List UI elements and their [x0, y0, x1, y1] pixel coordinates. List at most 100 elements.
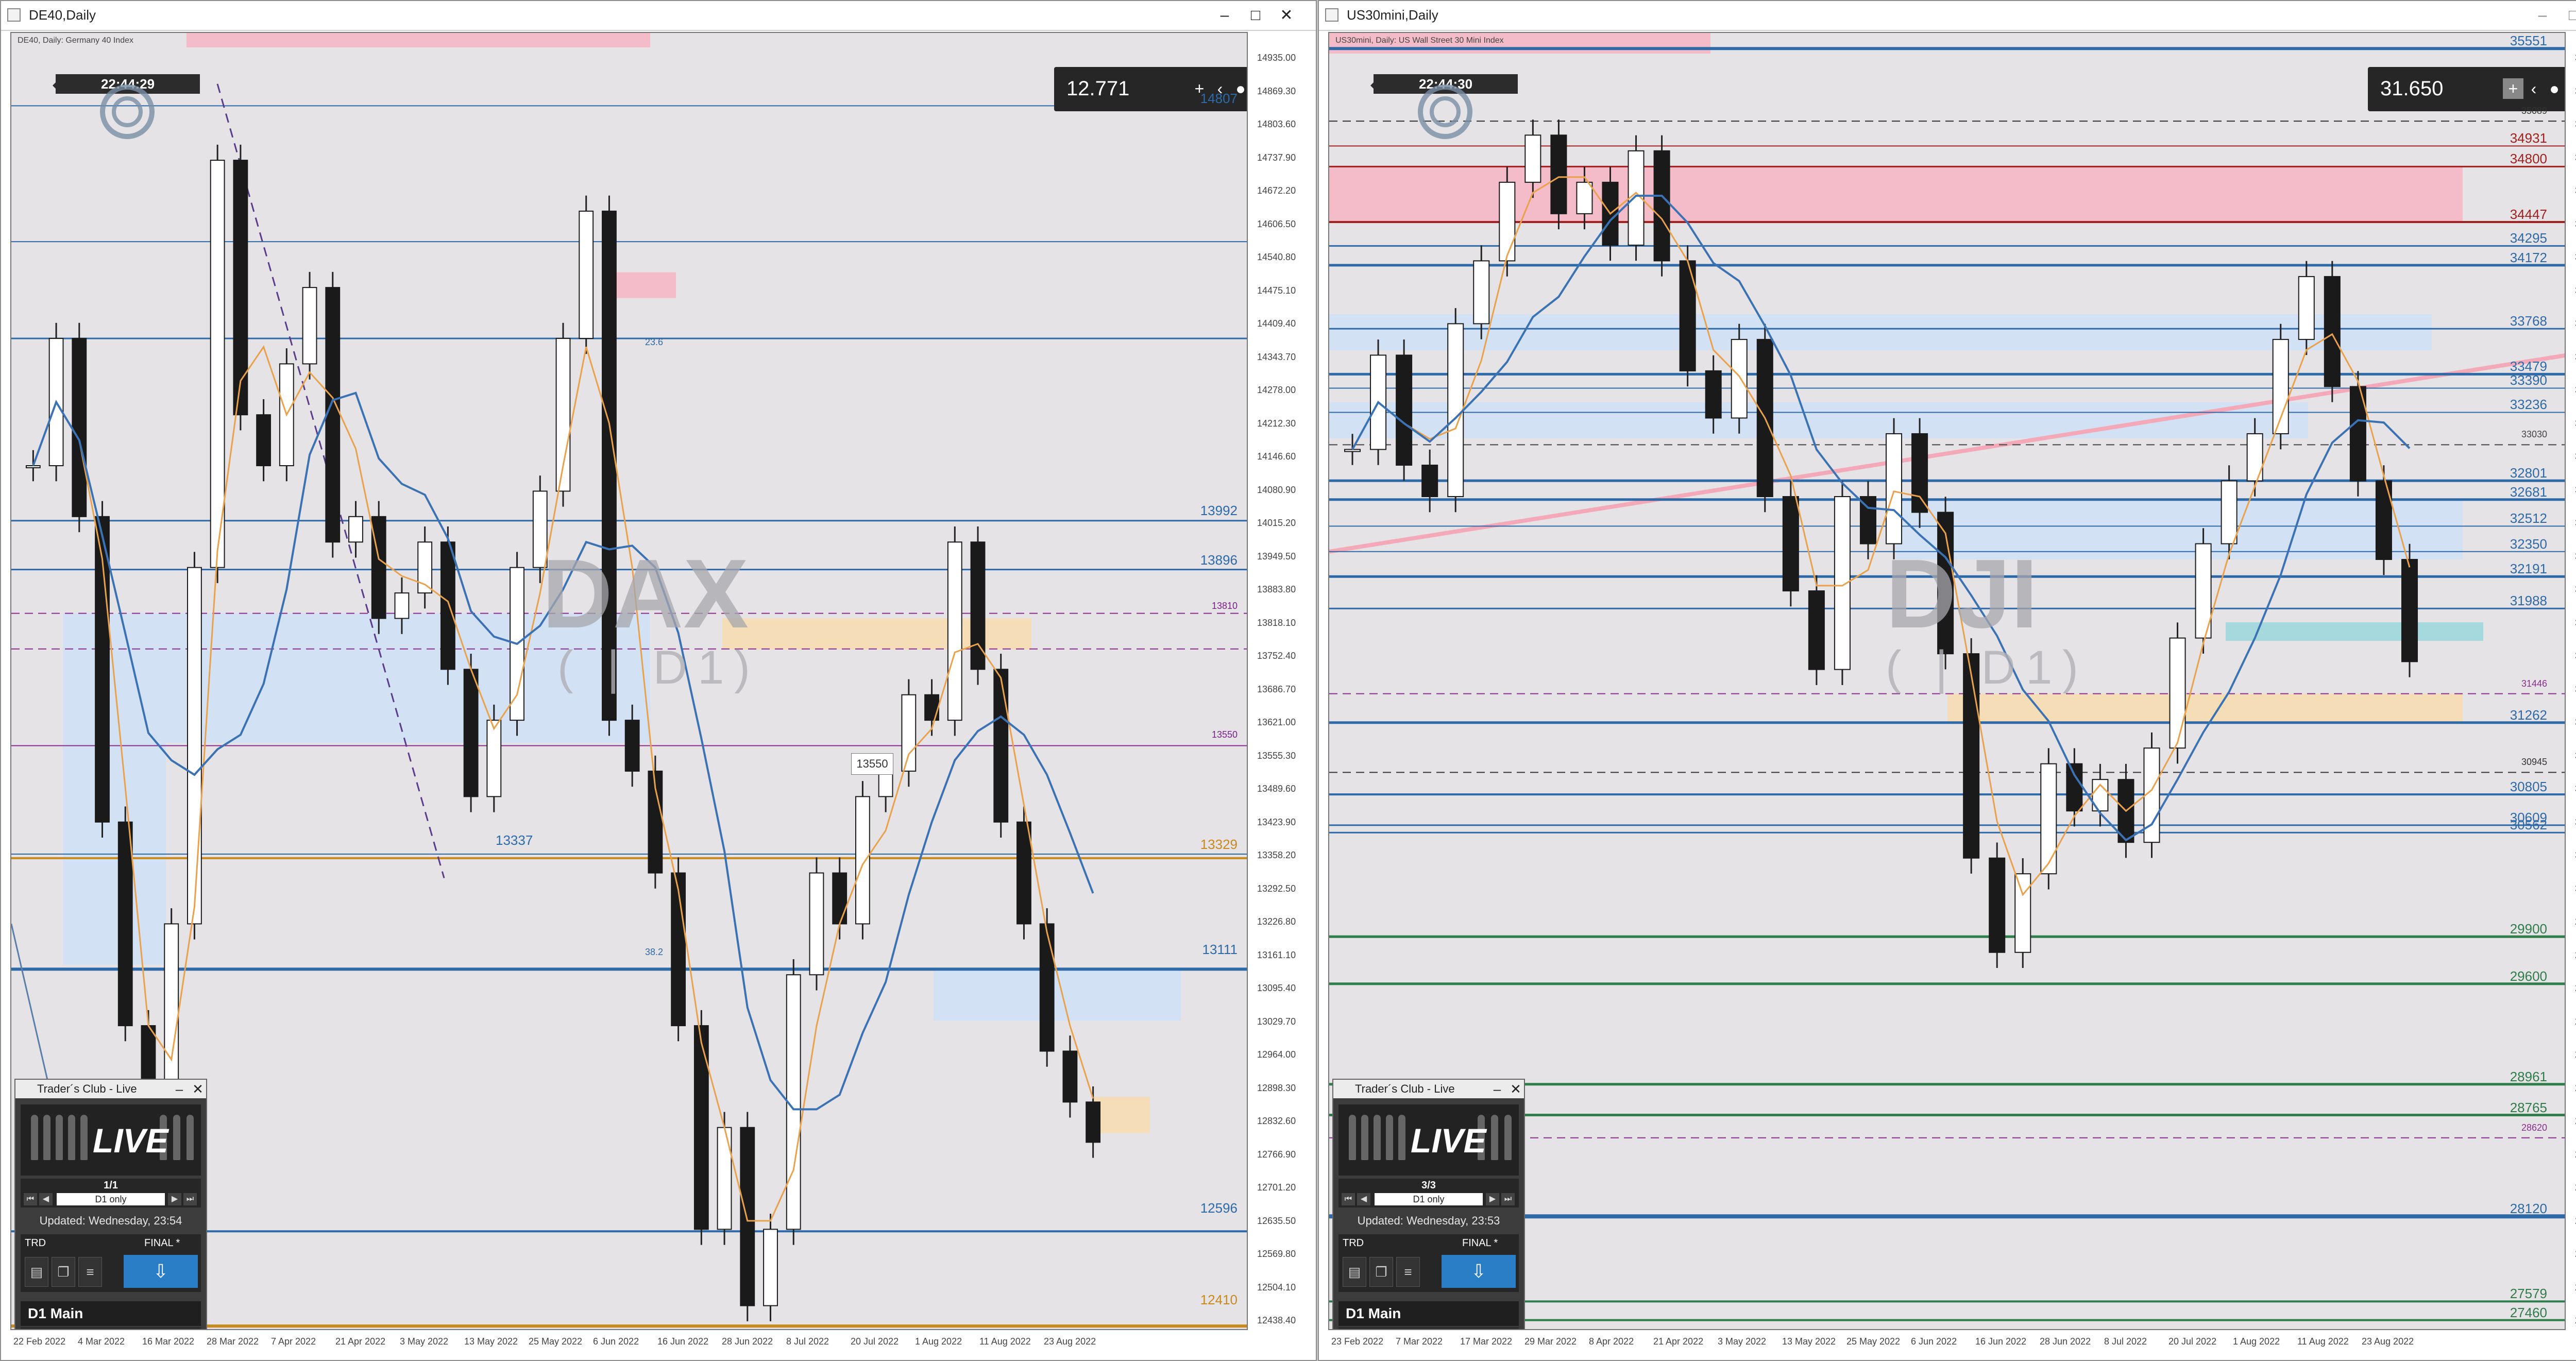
bear-candle: [1039, 923, 1055, 1052]
minimize-button[interactable]: –: [2530, 4, 2555, 27]
pager: 3/3 ⏮ ◀ D1 only ▶ ⏭: [1338, 1179, 1519, 1207]
price-tick-label: 14540.80: [1257, 252, 1296, 262]
chart-note[interactable]: 13550: [851, 753, 893, 775]
next-page-button[interactable]: ▶: [1486, 1193, 1499, 1205]
globe-icon[interactable]: ●: [2544, 78, 2565, 99]
windows-icon[interactable]: ❐: [52, 1257, 75, 1287]
price-tick-label: 13226.80: [1257, 916, 1296, 927]
filter-field[interactable]: D1 only: [1375, 1193, 1483, 1205]
price-tick-label: 12438.40: [1257, 1315, 1296, 1325]
main-tab[interactable]: D1 Main: [1338, 1301, 1519, 1326]
price-tick-label: 13621.00: [1257, 717, 1296, 727]
panel-close-button[interactable]: ✕: [189, 1080, 207, 1098]
traders-club-panel[interactable]: Trader´s Club - Live – ✕ LIVE 1/1 ⏮ ◀ D1…: [14, 1079, 207, 1329]
next-page-button[interactable]: ▶: [168, 1193, 181, 1205]
price-tick-label: 13292.50: [1257, 883, 1296, 894]
minimize-button[interactable]: –: [1212, 4, 1238, 27]
maximize-button[interactable]: □: [2561, 4, 2576, 27]
filter-field[interactable]: D1 only: [57, 1193, 165, 1205]
bear-candle: [1086, 1101, 1101, 1143]
dji-chart-window[interactable]: US30mini,Daily – □ ✕ US30mini, Daily: US…: [1318, 0, 2576, 1361]
dax-chart-window[interactable]: DE40,Daily – □ ✕ DE40, Daily: Germany 40…: [0, 0, 1317, 1361]
resistance-zone: [187, 33, 650, 47]
price-axis[interactable]: 14935.00 14869.30 14803.60 14737.90 14672.20…: [1248, 32, 1316, 1330]
fib-label: 38.2: [645, 947, 664, 957]
level-label: 14807: [1200, 91, 1238, 106]
bull-candle: [1731, 338, 1748, 419]
price-axis[interactable]: 35638.0035421.0035204.0034987.0034770.00…: [2566, 32, 2576, 1330]
price-tick-label: 13752.40: [1257, 651, 1296, 661]
database-icon[interactable]: ≡: [78, 1257, 102, 1287]
date-tick-label: 20 Jul 2022: [851, 1336, 899, 1347]
bear-candle: [2401, 559, 2418, 662]
zoom-in-icon[interactable]: +: [2503, 78, 2523, 99]
first-page-button[interactable]: ⏮: [1342, 1193, 1355, 1205]
first-page-button[interactable]: ⏮: [24, 1193, 37, 1205]
level-label: 13810: [1211, 601, 1238, 611]
date-tick-label: 21 Apr 2022: [1653, 1336, 1704, 1347]
document-icon[interactable]: ▤: [1343, 1257, 1366, 1287]
price-chart[interactable]: DE40, Daily: Germany 40 Index 22:44:29 1…: [10, 32, 1248, 1330]
date-tick-label: 28 Mar 2022: [207, 1336, 259, 1347]
download-button[interactable]: ⇩: [124, 1255, 198, 1288]
prev-page-button[interactable]: ◀: [1357, 1193, 1370, 1205]
level-label: 31988: [2510, 593, 2547, 609]
last-page-button[interactable]: ⏭: [1501, 1193, 1515, 1205]
bear-candle: [1062, 1050, 1078, 1103]
window-title: US30mini,Daily: [1347, 7, 1438, 23]
live-label: LIVE: [1411, 1121, 1486, 1160]
price-tick-label: 13161.10: [1257, 949, 1296, 960]
bear-candle: [371, 516, 386, 619]
bear-candle: [1911, 433, 1928, 513]
panel-minimize-button[interactable]: –: [170, 1080, 189, 1098]
prev-page-button[interactable]: ◀: [39, 1193, 53, 1205]
fib-label: 23.6: [645, 337, 664, 347]
level-label: 33030: [2521, 429, 2547, 440]
window-titlebar[interactable]: US30mini,Daily – □ ✕: [1319, 1, 2576, 31]
bull-candle: [302, 287, 317, 365]
bull-candle: [486, 720, 502, 797]
updated-status: Updated: Wednesday, 23:54: [21, 1211, 201, 1231]
level-label: 12596: [1200, 1200, 1238, 1216]
time-axis[interactable]: 23 Feb 2022 7 Mar 2022 17 Mar 2022 29 Mar 2…: [1328, 1330, 2566, 1360]
bull-candle: [2298, 276, 2315, 340]
price-tick-label: 14606.50: [1257, 218, 1296, 229]
level-label: 29900: [2510, 921, 2547, 937]
date-tick-label: 23 Aug 2022: [2362, 1336, 2414, 1347]
level-label: 30562: [2510, 817, 2547, 833]
date-tick-label: 21 Apr 2022: [335, 1336, 386, 1347]
windows-icon[interactable]: ❐: [1369, 1257, 1393, 1287]
panel-close-button[interactable]: ✕: [1506, 1080, 1525, 1098]
level-label: 33236: [2510, 397, 2547, 413]
bear-candle: [693, 1025, 709, 1230]
bear-candle: [1705, 370, 1722, 419]
price-chart[interactable]: US30mini, Daily: US Wall Street 30 Mini …: [1328, 32, 2566, 1330]
price-tick-label: 12832.60: [1257, 1116, 1296, 1126]
bear-candle: [740, 1127, 755, 1306]
bear-candle: [1016, 821, 1031, 925]
maximize-button[interactable]: □: [1243, 4, 1268, 27]
window-titlebar[interactable]: DE40,Daily – □ ✕: [1, 1, 1316, 31]
bear-candle: [1396, 354, 1413, 466]
date-tick-label: 8 Apr 2022: [1589, 1336, 1634, 1347]
traders-club-panel[interactable]: Trader´s Club - Live – ✕ LIVE 3/3 ⏮ ◀ D1…: [1332, 1079, 1525, 1329]
symbol-watermark: DJI: [1886, 539, 2038, 649]
updated-status: Updated: Wednesday, 23:53: [1338, 1211, 1519, 1231]
price-tick-label: 13818.10: [1257, 617, 1296, 628]
database-icon[interactable]: ≡: [1396, 1257, 1420, 1287]
bull-candle: [1499, 181, 1516, 262]
close-button[interactable]: ✕: [1274, 4, 1299, 27]
document-icon[interactable]: ▤: [25, 1257, 48, 1287]
time-axis[interactable]: 22 Feb 2022 4 Mar 2022 16 Mar 2022 28 Mar 2…: [10, 1330, 1248, 1360]
date-tick-label: 6 Jun 2022: [593, 1336, 639, 1347]
last-page-button[interactable]: ⏭: [183, 1193, 197, 1205]
download-button[interactable]: ⇩: [1442, 1255, 1516, 1288]
target-zone: [2226, 622, 2483, 641]
panel-minimize-button[interactable]: –: [1488, 1080, 1506, 1098]
bull-candle: [1524, 134, 1541, 183]
level-label: 33390: [2510, 372, 2547, 388]
bull-candle: [394, 592, 410, 619]
chevron-left-icon[interactable]: ‹: [2523, 78, 2544, 99]
main-tab[interactable]: D1 Main: [21, 1301, 201, 1326]
live-banner: LIVE: [21, 1104, 201, 1176]
